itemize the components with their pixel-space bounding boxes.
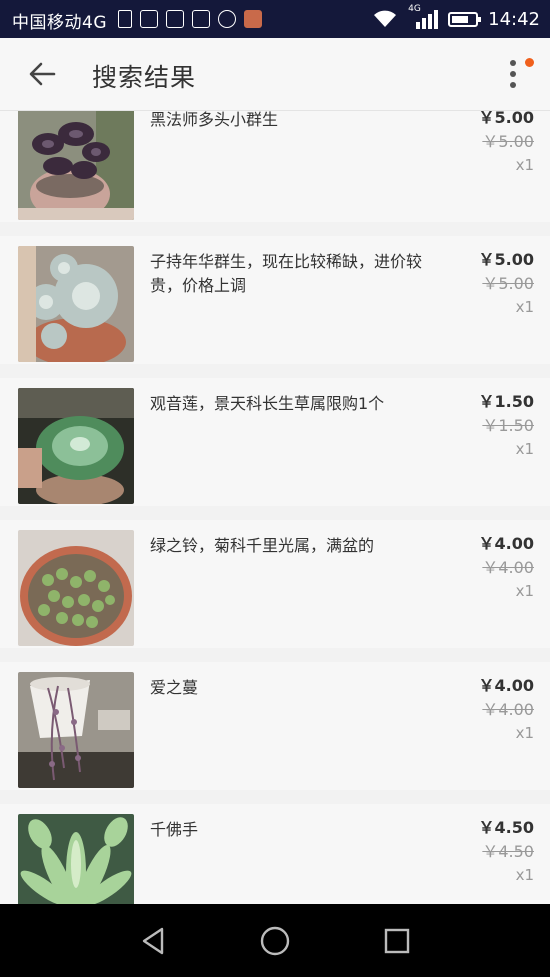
page-title: 搜索结果 xyxy=(92,63,197,92)
quantity: x1 xyxy=(515,156,534,174)
original-price: ￥5.00 xyxy=(482,274,534,293)
original-price: ￥5.00 xyxy=(482,132,534,151)
quantity: x1 xyxy=(515,724,534,742)
product-title: 千佛手 xyxy=(150,820,199,839)
back-button[interactable] xyxy=(22,56,66,92)
product-title: 爱之蔓 xyxy=(150,678,199,697)
product-image xyxy=(18,388,134,504)
quantity: x1 xyxy=(515,582,534,600)
circle-home-icon xyxy=(260,926,290,956)
notification-badge xyxy=(525,58,534,67)
list-item[interactable]: 子持年华群生，现在比较稀缺，进价较贵，价格上调 ￥5.00 ￥5.00 x1 xyxy=(0,236,550,364)
sim-alert-icon xyxy=(118,10,132,28)
list-item[interactable]: 绿之铃，菊科千里光属，满盆的 ￥4.00 ￥4.00 x1 xyxy=(0,520,550,648)
taobao-icon xyxy=(140,10,158,28)
original-price: ￥4.50 xyxy=(482,842,534,861)
more-vert-dot xyxy=(510,71,516,77)
wifi-icon xyxy=(374,10,397,27)
carrier-label: 中国移动4G xyxy=(12,13,107,33)
nav-back-button[interactable] xyxy=(134,921,174,961)
product-image xyxy=(18,530,134,646)
clock: 14:42 xyxy=(488,8,540,30)
product-image xyxy=(18,111,134,220)
search-results-list[interactable]: 黑法师多头小群生 ￥5.00 ￥5.00 x1 子持年华群生，现在比较稀缺，进价… xyxy=(0,111,550,904)
battery-icon xyxy=(448,11,482,27)
list-item[interactable]: 爱之蔓 ￥4.00 ￥4.00 x1 xyxy=(0,662,550,790)
price: ￥5.00 xyxy=(478,250,534,269)
original-price: ￥1.50 xyxy=(482,416,534,435)
more-vert-icon xyxy=(510,60,516,66)
product-title: 绿之铃，菊科千里光属，满盆的 xyxy=(150,536,375,555)
list-item[interactable]: 黑法师多头小群生 ￥5.00 ￥5.00 x1 xyxy=(0,111,550,222)
more-options-button[interactable] xyxy=(498,52,534,96)
back-arrow-icon xyxy=(29,62,56,86)
app-bar: 搜索结果 xyxy=(0,38,550,111)
price: ￥4.50 xyxy=(478,818,534,837)
douguo-icon xyxy=(192,10,210,28)
product-title: 黑法师多头小群生 xyxy=(150,111,279,129)
list-item[interactable]: 千佛手 ￥4.50 ￥4.50 x1 xyxy=(0,804,550,904)
cell-signal-icon: 4G xyxy=(408,4,439,30)
product-image xyxy=(18,246,134,362)
nav-recents-button[interactable] xyxy=(377,921,417,961)
douguo-icon xyxy=(166,10,184,28)
price: ￥1.50 xyxy=(478,392,534,411)
more-vert-dot xyxy=(510,82,516,88)
price: ￥4.00 xyxy=(478,676,534,695)
product-image xyxy=(18,814,134,904)
price: ￥5.00 xyxy=(478,111,534,127)
system-navigation-bar xyxy=(0,904,550,977)
vpn-icon xyxy=(218,10,236,28)
product-title: 观音莲，景天科长生草属限购1个 xyxy=(150,394,385,413)
notification-icons xyxy=(118,9,262,29)
nav-home-button[interactable] xyxy=(255,921,295,961)
quantity: x1 xyxy=(515,866,534,884)
quantity: x1 xyxy=(515,298,534,316)
quantity: x1 xyxy=(515,440,534,458)
original-price: ￥4.00 xyxy=(482,700,534,719)
original-price: ￥4.00 xyxy=(482,558,534,577)
list-item[interactable]: 观音莲，景天科长生草属限购1个 ￥1.50 ￥1.50 x1 xyxy=(0,378,550,506)
product-title: 子持年华群生，现在比较稀缺，进价较贵，价格上调 xyxy=(150,252,423,295)
price: ￥4.00 xyxy=(478,534,534,553)
product-image xyxy=(18,672,134,788)
status-bar: 中国移动4G 4G 14:42 xyxy=(0,0,550,38)
square-recents-icon xyxy=(384,928,410,954)
app-icon xyxy=(244,10,262,28)
triangle-back-icon xyxy=(142,927,164,955)
